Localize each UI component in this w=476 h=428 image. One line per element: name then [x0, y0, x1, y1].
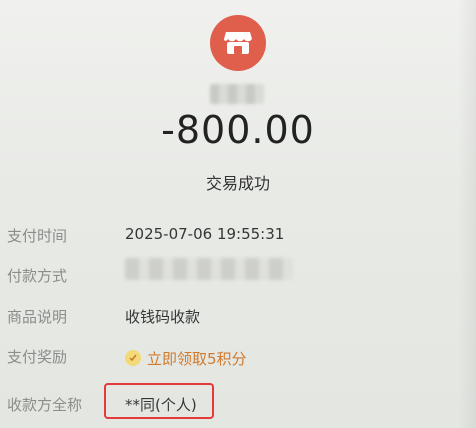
reward-check-icon — [125, 350, 141, 366]
pay-time-label: 支付时间 — [7, 227, 68, 245]
transaction-status: 交易成功 — [205, 174, 270, 193]
pay-method-redacted — [125, 258, 293, 280]
payment-reward-label: 支付奖励 — [7, 348, 68, 366]
right-edge-shadow — [458, 0, 476, 428]
reward-claim-link[interactable]: 立即领取5积分 — [125, 346, 247, 370]
payee-highlight-box — [104, 383, 214, 419]
pay-method-label: 付款方式 — [7, 267, 68, 285]
store-icon — [210, 15, 266, 71]
reward-claim-text: 立即领取5积分 — [147, 349, 247, 368]
merchant-name-redacted — [210, 84, 264, 104]
item-description-value: 收钱码收款 — [125, 308, 201, 326]
transaction-amount: -800.00 — [161, 108, 315, 152]
payee-full-name-label: 收款方全称 — [7, 396, 83, 414]
item-description-label: 商品说明 — [7, 308, 68, 326]
pay-time-value: 2025-07-06 19:55:31 — [125, 225, 285, 243]
receipt-screen: -800.00 交易成功 支付时间 2025-07-06 19:55:31 付款… — [0, 0, 476, 428]
